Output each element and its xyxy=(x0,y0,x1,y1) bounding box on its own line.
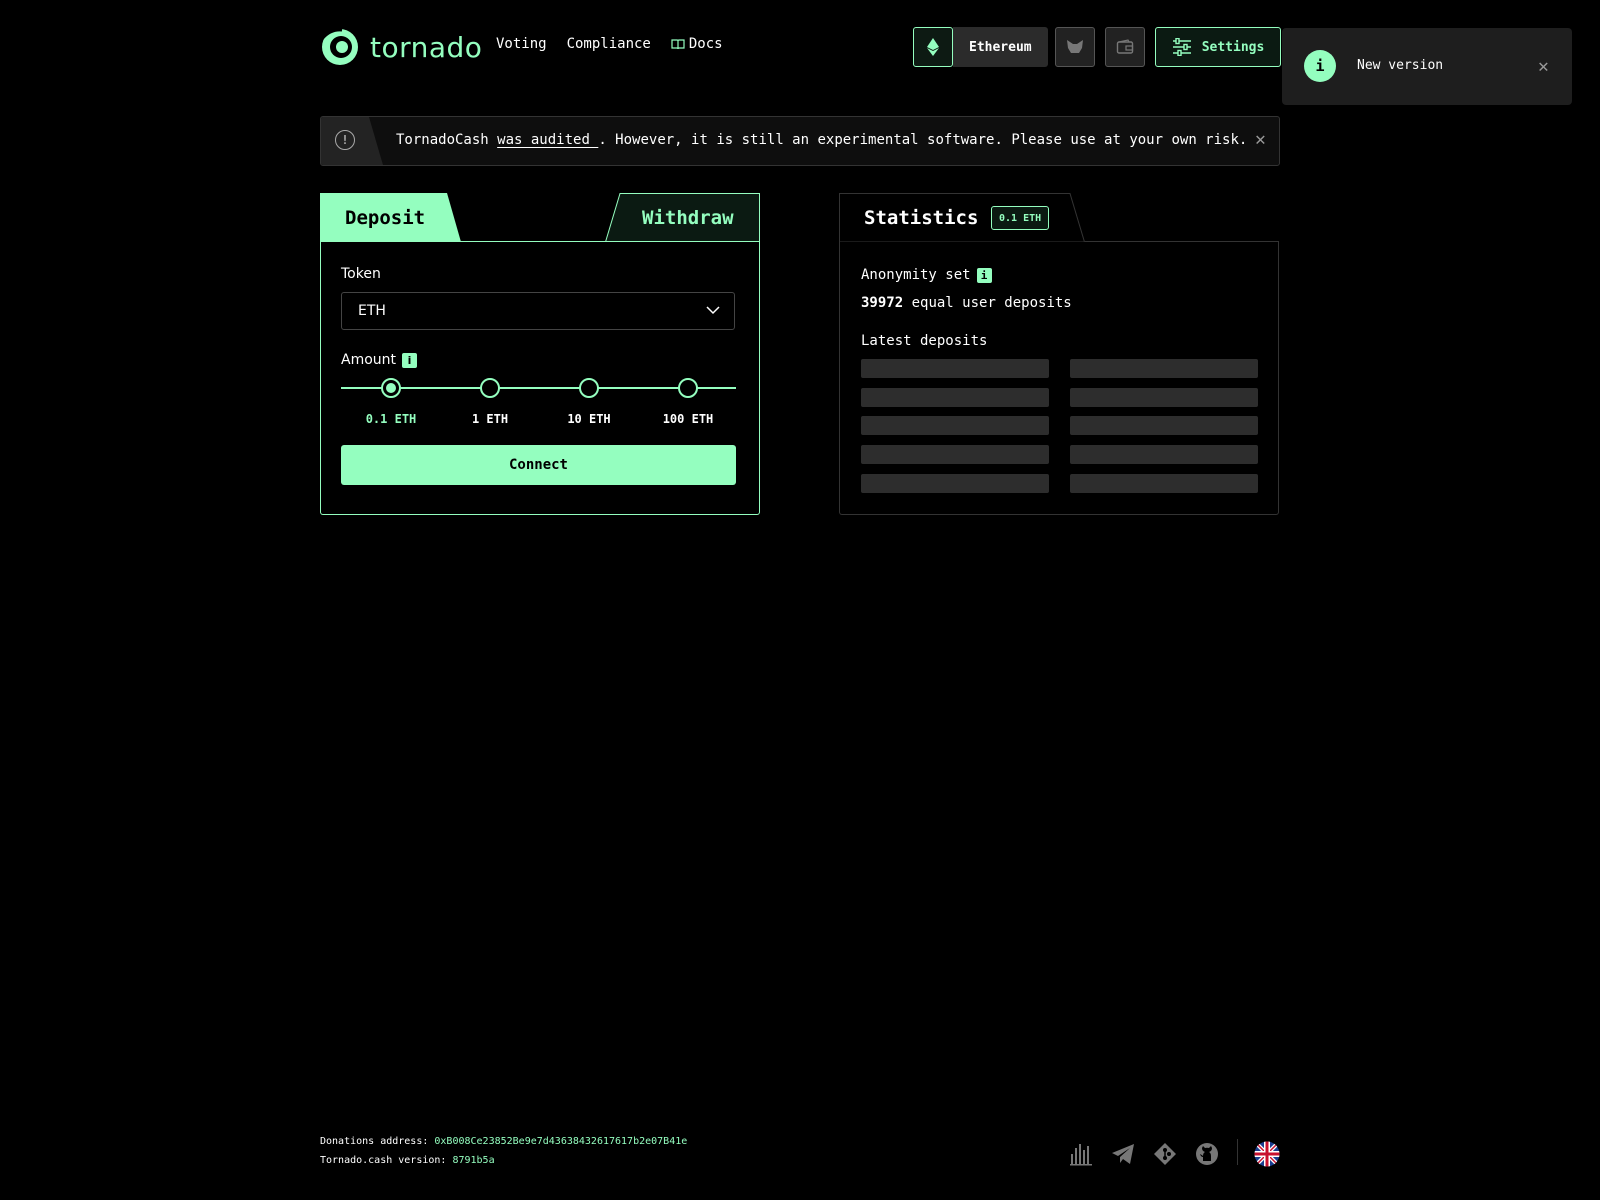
skeleton-row xyxy=(1070,359,1258,378)
banner-close-icon[interactable]: ✕ xyxy=(1255,129,1266,150)
toast-notification: i New version ✕ xyxy=(1282,28,1572,105)
stats-chart-link[interactable] xyxy=(1067,1140,1095,1168)
amount-label-row: Amount i xyxy=(341,352,418,368)
statistics-title: Statistics xyxy=(864,207,979,229)
nav-docs[interactable]: Docs xyxy=(671,36,723,52)
telegram-icon xyxy=(1112,1144,1134,1164)
tab-deposit-label: Deposit xyxy=(345,207,426,229)
git-link[interactable] xyxy=(1151,1140,1179,1168)
sliders-icon xyxy=(1172,38,1191,56)
amount-info-icon[interactable]: i xyxy=(402,352,418,368)
amount-label: Amount xyxy=(341,352,397,368)
github-icon xyxy=(1196,1143,1218,1165)
anonymity-count: 39972 xyxy=(861,295,904,311)
exclamation-icon: ! xyxy=(335,130,355,150)
skeleton-row xyxy=(1070,445,1258,464)
statistics-amount-badge: 0.1 ETH xyxy=(991,206,1050,230)
tab-withdraw-label: Withdraw xyxy=(642,207,734,229)
git-icon xyxy=(1154,1143,1176,1165)
version-value[interactable]: 8791b5a xyxy=(452,1155,494,1166)
version-row: Tornado.cash version: 8791b5a xyxy=(320,1155,495,1166)
skeleton-row xyxy=(861,474,1049,493)
amount-option-3-label[interactable]: 100 ETH xyxy=(648,412,728,426)
audit-link[interactable]: was audited xyxy=(497,132,598,148)
connect-button[interactable]: Connect xyxy=(341,445,736,485)
github-link[interactable] xyxy=(1193,1140,1221,1168)
amount-option-1-knob[interactable] xyxy=(480,378,500,398)
donations-address[interactable]: 0xB008Ce23852Be9e7d43638432617617b2e07B4… xyxy=(434,1136,687,1147)
toast-close-icon[interactable]: ✕ xyxy=(1538,56,1549,77)
banner-text: TornadoCash was audited . However, it is… xyxy=(396,132,1247,148)
amount-option-2-label[interactable]: 10 ETH xyxy=(549,412,629,426)
telegram-link[interactable] xyxy=(1109,1140,1137,1168)
skeleton-row xyxy=(861,445,1049,464)
metamask-button[interactable] xyxy=(1055,27,1095,67)
amount-option-0-knob[interactable] xyxy=(381,378,401,398)
uk-flag-icon xyxy=(1254,1141,1280,1167)
network-selector[interactable]: Ethereum xyxy=(913,27,1048,67)
skeleton-row xyxy=(861,359,1049,378)
settings-label: Settings xyxy=(1201,39,1265,55)
skeleton-row xyxy=(861,416,1049,435)
amount-option-3-knob[interactable] xyxy=(678,378,698,398)
banner-text-after: . However, it is still an experimental s… xyxy=(598,132,1248,148)
anonymity-label-row: Anonymity set i xyxy=(861,267,992,283)
version-label: Tornado.cash version: xyxy=(320,1155,453,1166)
nav-voting[interactable]: Voting xyxy=(496,36,547,52)
toast-text: New version xyxy=(1357,58,1444,73)
tab-withdraw[interactable]: Withdraw xyxy=(605,193,760,242)
skeleton-row xyxy=(861,388,1049,407)
anonymity-info-icon[interactable]: i xyxy=(976,267,992,283)
skeleton-row xyxy=(1070,388,1258,407)
anonymity-suffix: equal user deposits xyxy=(903,295,1072,311)
wallet-icon xyxy=(1116,39,1134,54)
anonymity-value: 39972 equal user deposits xyxy=(861,295,1072,311)
book-icon xyxy=(671,39,685,50)
amount-option-1-label[interactable]: 1 ETH xyxy=(450,412,530,426)
donations-row: Donations address: 0xB008Ce23852Be9e7d43… xyxy=(320,1136,687,1147)
wallet-button[interactable] xyxy=(1105,27,1145,67)
bar-chart-icon xyxy=(1070,1144,1092,1166)
fox-icon xyxy=(1067,40,1083,53)
chevron-down-icon xyxy=(706,306,720,315)
donations-label: Donations address: xyxy=(320,1136,435,1147)
amount-option-0-label[interactable]: 0.1 ETH xyxy=(351,412,431,426)
network-label[interactable]: Ethereum xyxy=(953,27,1048,67)
tab-deposit[interactable]: Deposit xyxy=(320,193,461,242)
settings-button[interactable]: Settings xyxy=(1155,27,1281,67)
skeleton-row xyxy=(1070,416,1258,435)
skeleton-row xyxy=(1070,474,1258,493)
tornado-logo[interactable]: tornado xyxy=(320,26,482,68)
ethereum-icon xyxy=(927,38,939,56)
nav-docs-label: Docs xyxy=(688,36,723,52)
ethereum-icon-button[interactable] xyxy=(913,27,953,67)
banner-text-before: TornadoCash xyxy=(396,132,498,148)
token-label: Token xyxy=(341,266,381,282)
audit-warning-banner: ! TornadoCash was audited . However, it … xyxy=(320,116,1280,166)
banner-icon-block: ! xyxy=(321,117,383,165)
footer-divider xyxy=(1237,1139,1238,1165)
info-icon: i xyxy=(1304,50,1336,82)
amount-option-2-knob[interactable] xyxy=(579,378,599,398)
logo-text: tornado xyxy=(370,30,483,64)
tornado-logo-icon xyxy=(320,28,358,65)
token-select[interactable]: ETH xyxy=(341,292,735,330)
token-select-value: ETH xyxy=(358,303,386,319)
language-selector[interactable] xyxy=(1253,1140,1281,1168)
anonymity-label: Anonymity set xyxy=(861,267,971,283)
latest-deposits-label: Latest deposits xyxy=(861,333,988,349)
statistics-tab: Statistics 0.1 ETH xyxy=(839,193,1085,242)
nav-compliance[interactable]: Compliance xyxy=(567,36,651,52)
